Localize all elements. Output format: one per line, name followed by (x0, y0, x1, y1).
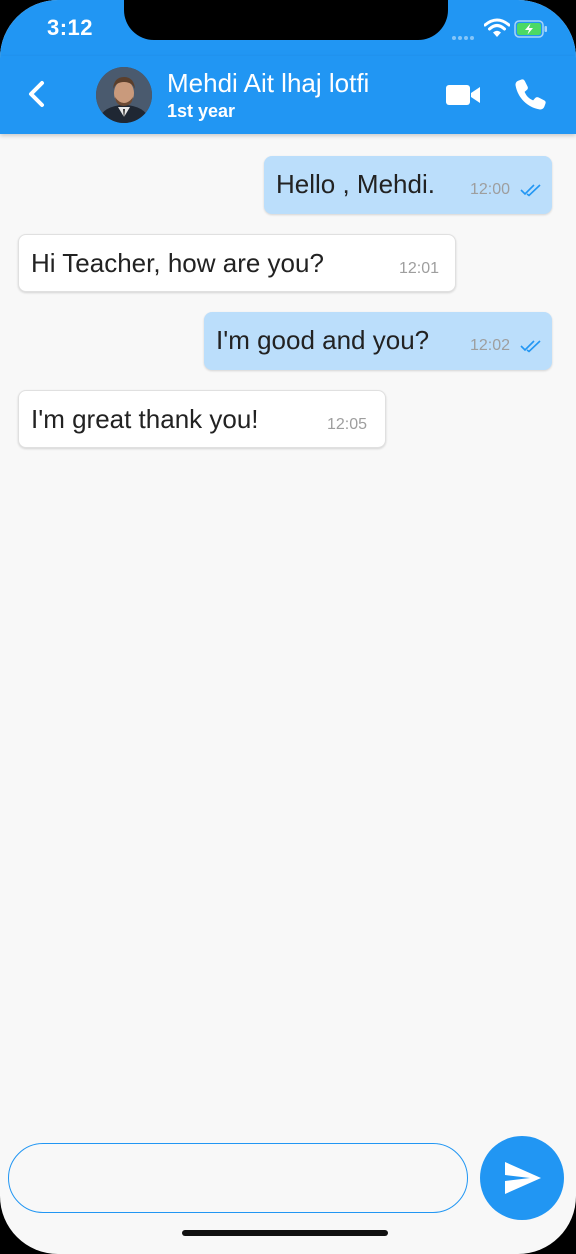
message-time: 12:01 (399, 260, 440, 277)
message-bubble-outgoing[interactable]: Hello , Mehdi. 12:00 (264, 156, 552, 214)
send-icon (505, 1162, 541, 1194)
chat-screen: 3:12 Mehdi Ait lhaj lotfi 1st year Hello… (0, 0, 576, 1254)
message-bubble-incoming[interactable]: Hi Teacher, how are you? 12:01 (18, 234, 456, 292)
back-button[interactable] (20, 76, 56, 112)
battery-charging-icon (514, 20, 547, 38)
message-time: 12:02 (470, 337, 511, 354)
double-check-icon (520, 340, 541, 353)
device-notch (124, 0, 448, 40)
message-time: 12:05 (327, 416, 368, 433)
message-text: I'm great thank you! (31, 404, 259, 434)
contact-avatar[interactable] (96, 67, 152, 123)
cellular-signal-icon (452, 27, 478, 40)
status-time: 3:12 (47, 15, 94, 40)
chat-header: Mehdi Ait lhaj lotfi 1st year (0, 56, 576, 134)
message-bubble-outgoing[interactable]: I'm good and you? 12:02 (204, 312, 552, 370)
message-text: Hi Teacher, how are you? (31, 248, 324, 278)
message-time: 12:00 (470, 181, 511, 198)
message-bubble-incoming[interactable]: I'm great thank you! 12:05 (18, 390, 386, 448)
home-indicator (182, 1230, 388, 1236)
wifi-icon (484, 18, 510, 37)
video-call-button[interactable] (445, 80, 481, 110)
message-text: Hello , Mehdi. (276, 169, 435, 199)
voice-call-button[interactable] (512, 76, 548, 112)
composer-bar (0, 1134, 576, 1254)
send-button[interactable] (480, 1136, 564, 1220)
contact-subtitle: 1st year (167, 101, 236, 121)
status-bar: 3:12 (0, 0, 576, 56)
message-input[interactable] (8, 1143, 468, 1213)
avatar-image (96, 67, 152, 123)
contact-name: Mehdi Ait lhaj lotfi (167, 68, 370, 98)
message-list: Hello , Mehdi. 12:00 Hi Teacher, how are… (0, 134, 576, 1134)
message-text: I'm good and you? (216, 325, 430, 355)
double-check-icon (520, 184, 541, 197)
